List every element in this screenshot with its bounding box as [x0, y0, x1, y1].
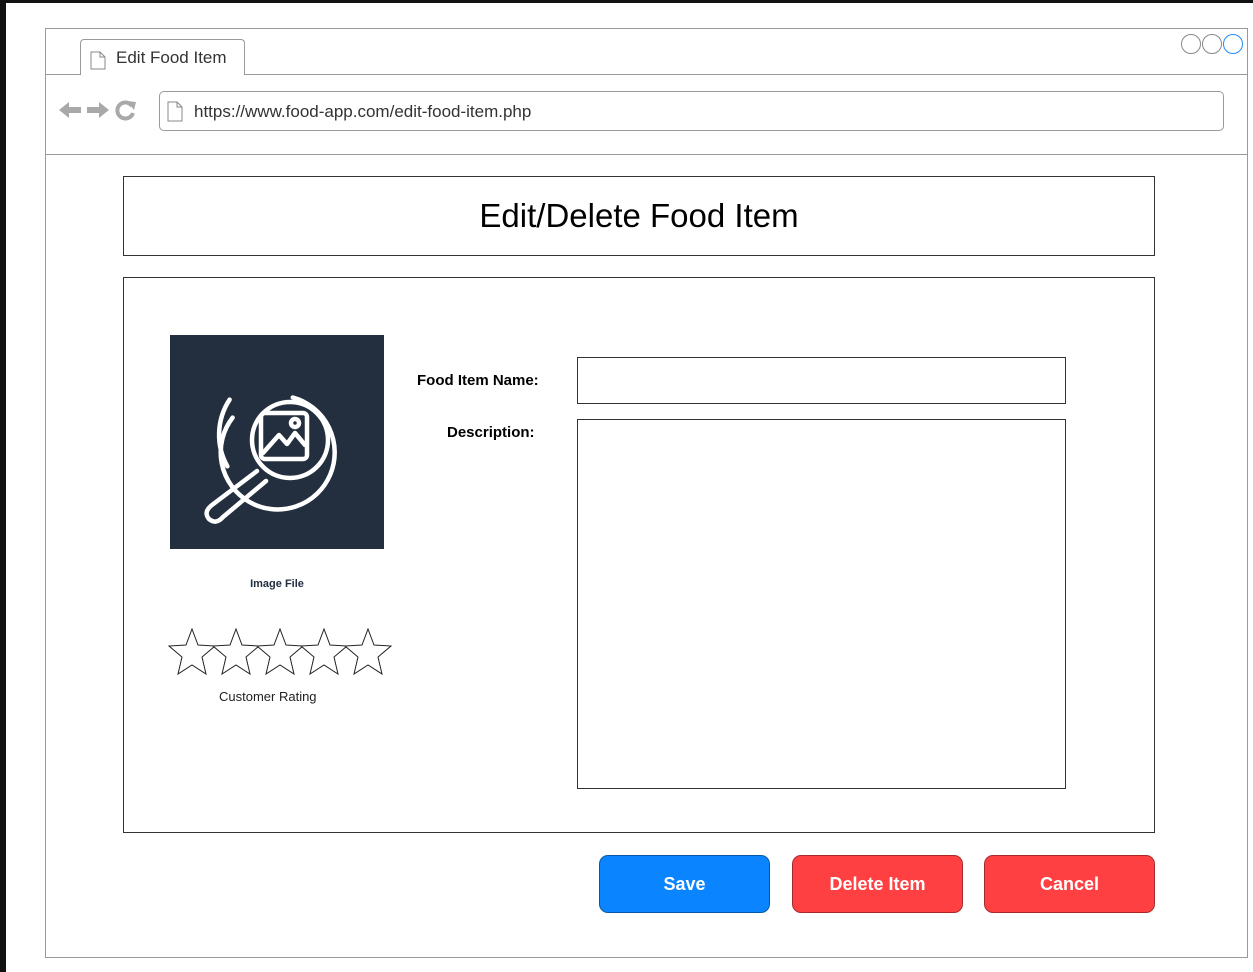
- outer-frame-left: [0, 0, 6, 972]
- window-controls: [1181, 34, 1243, 54]
- edit-form-panel: Image File Customer Rating Food Item Nam…: [123, 277, 1155, 833]
- page-title: Edit/Delete Food Item: [479, 197, 799, 234]
- refresh-icon[interactable]: [114, 99, 138, 121]
- image-file-label: Image File: [250, 578, 304, 590]
- food-item-name-label: Food Item Name:: [417, 372, 539, 389]
- address-bar[interactable]: https://www.food-app.com/edit-food-item.…: [159, 91, 1224, 131]
- customer-rating-label: Customer Rating: [219, 689, 317, 704]
- maximize-button[interactable]: [1202, 34, 1222, 54]
- star-icon[interactable]: [299, 627, 349, 677]
- close-button[interactable]: [1223, 34, 1243, 54]
- page-icon: [167, 101, 183, 122]
- delete-item-button[interactable]: Delete Item: [792, 855, 963, 913]
- page-header: Edit/Delete Food Item: [123, 176, 1155, 256]
- page-icon: [90, 51, 106, 70]
- description-textarea[interactable]: [577, 419, 1066, 789]
- navigation-buttons: [58, 99, 138, 121]
- description-label: Description:: [447, 424, 535, 441]
- star-icon[interactable]: [255, 627, 305, 677]
- star-icon[interactable]: [343, 627, 393, 677]
- image-search-icon: [204, 395, 337, 524]
- food-item-name-input[interactable]: [577, 357, 1066, 404]
- outer-frame-top: [0, 0, 1253, 3]
- star-rating[interactable]: [167, 627, 393, 677]
- url-text: https://www.food-app.com/edit-food-item.…: [194, 102, 532, 121]
- save-button[interactable]: Save: [599, 855, 770, 913]
- browser-tab[interactable]: Edit Food Item: [80, 39, 245, 75]
- forward-arrow-icon[interactable]: [86, 100, 110, 120]
- image-upload-area[interactable]: [170, 335, 384, 549]
- toolbar-divider: [46, 154, 1247, 155]
- minimize-button[interactable]: [1181, 34, 1201, 54]
- tab-title: Edit Food Item: [116, 48, 227, 67]
- cancel-button[interactable]: Cancel: [984, 855, 1155, 913]
- star-icon[interactable]: [211, 627, 261, 677]
- back-arrow-icon[interactable]: [58, 100, 82, 120]
- star-icon[interactable]: [167, 627, 217, 677]
